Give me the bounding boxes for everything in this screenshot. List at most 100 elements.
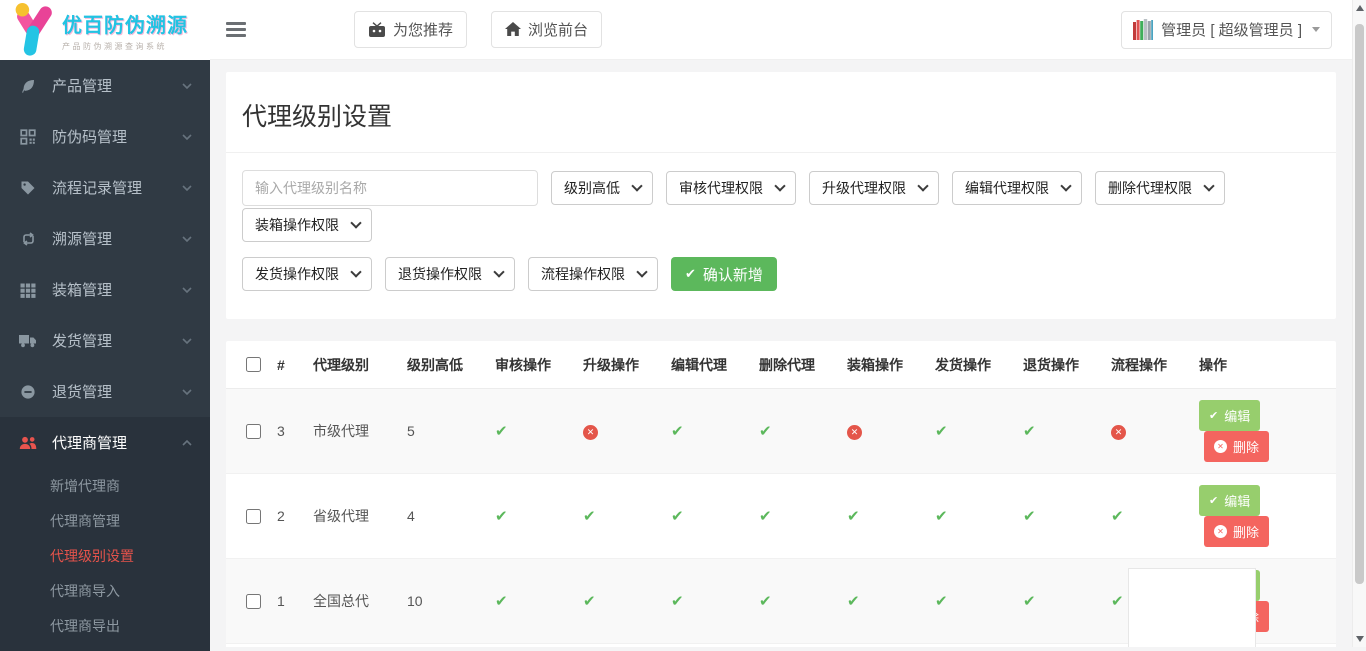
sidebar-item-shipping-management[interactable]: 发货管理 <box>0 315 210 366</box>
sidebar-item-agent-import[interactable]: 代理商导入 <box>0 573 210 608</box>
permission-granted-icon: ✔ <box>583 593 596 610</box>
row-checkbox[interactable] <box>246 424 261 439</box>
delete-permission-select-wrap: 删除代理权限 <box>1095 171 1225 205</box>
sidebar-item-agent-manage[interactable]: 代理商管理 <box>0 503 210 538</box>
scroll-up-icon[interactable] <box>1356 5 1364 11</box>
sidebar-item-process-record-management[interactable]: 流程记录管理 <box>0 162 210 213</box>
filters: 级别高低审核代理权限升级代理权限编辑代理权限删除代理权限 装箱操作权限 发货操作… <box>226 153 1336 319</box>
column-header: 编辑代理 <box>665 341 753 389</box>
brand-title: 优百防伪溯源 <box>62 9 188 38</box>
process-permission-select-wrap: 流程操作权限 <box>528 257 658 291</box>
chevron-up-icon <box>182 440 192 446</box>
qrcode-icon <box>18 129 38 145</box>
boxing-permission-select[interactable]: 装箱操作权限 <box>242 208 372 242</box>
process-permission-select[interactable]: 流程操作权限 <box>528 257 658 291</box>
sidebar-item-label: 防伪码管理 <box>52 126 168 147</box>
delete-row-button[interactable]: ✕删除 <box>1204 431 1269 462</box>
sidebar-item-agent-management[interactable]: 代理商管理 <box>0 417 210 468</box>
permission-granted-icon: ✔ <box>495 593 508 610</box>
column-header: 审核操作 <box>489 341 577 389</box>
sidebar-item-boxing-management[interactable]: 装箱管理 <box>0 264 210 315</box>
sidebar-item-trace-management[interactable]: 溯源管理 <box>0 213 210 264</box>
front-site-label: 浏览前台 <box>528 19 588 40</box>
sidebar-item-agent-export[interactable]: 代理商导出 <box>0 608 210 643</box>
level-rank: 10 <box>401 559 489 644</box>
page-title: 代理级别设置 <box>226 72 1336 152</box>
permission-granted-icon: ✔ <box>847 508 860 525</box>
permission-granted-icon: ✔ <box>583 508 596 525</box>
confirm-add-button[interactable]: ✔ 确认新增 <box>671 257 777 291</box>
grid-icon <box>18 282 38 298</box>
permission-granted-icon: ✔ <box>671 508 684 525</box>
permission-granted-icon: ✔ <box>671 593 684 610</box>
return-permission-select-wrap: 退货操作权限 <box>385 257 515 291</box>
chevron-down-icon <box>182 185 192 191</box>
brand-logo[interactable]: 优百防伪溯源 产品防伪溯源查询系统 <box>0 0 210 60</box>
edit-button[interactable]: ✔编辑 <box>1199 485 1260 516</box>
level-name-input[interactable] <box>242 170 538 206</box>
edit-permission-select[interactable]: 编辑代理权限 <box>952 171 1082 205</box>
sidebar-item-label: 退货管理 <box>52 381 168 402</box>
shipping-permission-select[interactable]: 发货操作权限 <box>242 257 372 291</box>
circle-x-icon: ✕ <box>1214 440 1227 453</box>
sidebar-item-product-management[interactable]: 产品管理 <box>0 60 210 111</box>
scroll-down-icon[interactable] <box>1356 636 1364 642</box>
chevron-down-icon <box>182 134 192 140</box>
page-scrollbar[interactable] <box>1352 0 1366 647</box>
column-header: # <box>271 341 307 389</box>
sidebar-item-label: 代理商管理 <box>52 432 168 453</box>
menu-toggle-icon[interactable] <box>226 19 246 41</box>
level-rank: 5 <box>401 389 489 474</box>
row-id: 2 <box>271 474 307 559</box>
delete-row-button[interactable]: ✕删除 <box>1204 516 1269 547</box>
permission-granted-icon: ✔ <box>759 508 772 525</box>
edit-button[interactable]: ✔编辑 <box>1199 400 1260 431</box>
sidebar-item-agent-level-settings[interactable]: 代理级别设置 <box>0 538 210 573</box>
front-site-button[interactable]: 浏览前台 <box>491 11 602 48</box>
retweet-icon <box>18 232 38 246</box>
recommend-label: 为您推荐 <box>393 19 453 40</box>
check-icon: ✔ <box>1209 409 1218 422</box>
row-id: 3 <box>271 389 307 474</box>
chevron-down-icon <box>182 389 192 395</box>
check-icon: ✔ <box>685 266 696 282</box>
sidebar-item-label: 产品管理 <box>52 75 168 96</box>
recommend-button[interactable]: 为您推荐 <box>354 11 467 48</box>
row-checkbox[interactable] <box>246 594 261 609</box>
filter-panel: 代理级别设置 级别高低审核代理权限升级代理权限编辑代理权限删除代理权限 装箱操作… <box>226 72 1336 319</box>
return-permission-select[interactable]: 退货操作权限 <box>385 257 515 291</box>
sidebar-item-return-management[interactable]: 退货管理 <box>0 366 210 417</box>
sidebar-item-security-code-management[interactable]: 防伪码管理 <box>0 111 210 162</box>
level-rank-select[interactable]: 级别高低 <box>551 171 653 205</box>
boxing-permission-select-wrap: 装箱操作权限 <box>242 208 372 242</box>
admin-menu[interactable]: 管理员 [ 超级管理员 ] <box>1121 11 1332 49</box>
sidebar-nav: 产品管理防伪码管理流程记录管理溯源管理装箱管理发货管理退货管理代理商管理新增代理… <box>0 60 210 651</box>
topbar: 为您推荐 浏览前台 管理员 [ 超级管理员 ] <box>210 0 1352 60</box>
column-header: 操作 <box>1193 341 1336 389</box>
books-icon <box>1133 19 1153 41</box>
tags-icon <box>18 180 38 196</box>
check-icon: ✔ <box>1209 494 1218 507</box>
upgrade-permission-select[interactable]: 升级代理权限 <box>809 171 939 205</box>
select-all-checkbox[interactable] <box>246 357 261 372</box>
permission-granted-icon: ✔ <box>1023 508 1036 525</box>
brand-subtitle: 产品防伪溯源查询系统 <box>62 41 188 52</box>
chevron-down-icon <box>182 338 192 344</box>
level-rank-select-wrap: 级别高低 <box>551 171 653 205</box>
scrollbar-thumb[interactable] <box>1355 24 1364 584</box>
truck-icon <box>18 334 38 348</box>
sidebar: 产品管理防伪码管理流程记录管理溯源管理装箱管理发货管理退货管理代理商管理新增代理… <box>0 60 210 647</box>
admin-label: 管理员 [ 超级管理员 ] <box>1161 19 1302 40</box>
permission-granted-icon: ✔ <box>1023 593 1036 610</box>
column-header: 升级操作 <box>577 341 665 389</box>
sidebar-item-label: 流程记录管理 <box>52 177 168 198</box>
row-checkbox[interactable] <box>246 509 261 524</box>
chevron-down-icon <box>182 287 192 293</box>
delete-permission-select[interactable]: 删除代理权限 <box>1095 171 1225 205</box>
tv-icon <box>368 22 386 38</box>
caret-down-icon <box>1312 27 1320 32</box>
sidebar-item-agent-add[interactable]: 新增代理商 <box>0 468 210 503</box>
audit-permission-select[interactable]: 审核代理权限 <box>666 171 796 205</box>
chevron-down-icon <box>182 236 192 242</box>
level-rank: 4 <box>401 474 489 559</box>
